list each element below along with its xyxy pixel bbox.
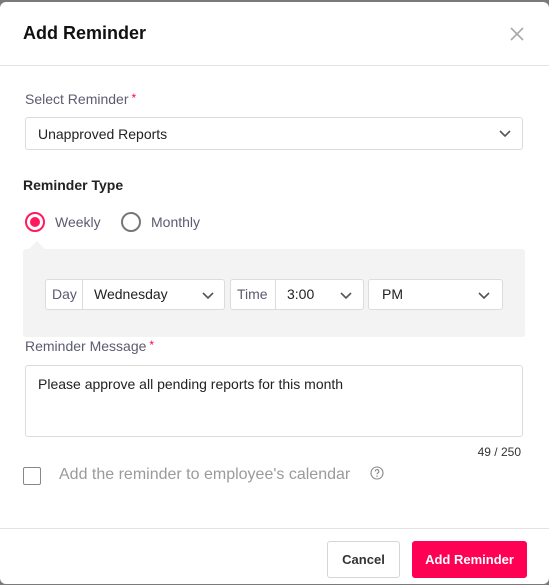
select-reminder-dropdown[interactable]: Unapproved Reports [25, 117, 523, 150]
radio-checked-icon [25, 212, 45, 232]
character-counter: 49 / 250 [477, 445, 521, 459]
chevron-down-icon [478, 292, 490, 300]
dialog-footer: Cancel Add Reminder [0, 528, 549, 584]
dialog-title: Add Reminder [23, 23, 147, 43]
required-mark: * [131, 91, 137, 105]
time-value: 3:00 [287, 286, 315, 302]
day-select[interactable]: Day Wednesday [45, 279, 225, 310]
dialog-header: Add Reminder [0, 2, 549, 66]
reminder-type-title: Reminder Type [23, 177, 124, 193]
close-button[interactable] [508, 25, 526, 43]
required-mark: * [149, 338, 155, 352]
reminder-message-label-text: Reminder Message [25, 338, 147, 354]
close-icon [510, 27, 524, 41]
chevron-down-icon [202, 292, 214, 300]
day-addon-label: Day [46, 280, 83, 309]
day-value: Wednesday [94, 286, 168, 302]
radio-unchecked-icon [121, 212, 141, 232]
select-reminder-label: Select Reminder * [25, 91, 136, 107]
select-reminder-label-text: Select Reminder [25, 91, 129, 107]
time-addon-label: Time [231, 280, 276, 309]
add-reminder-dialog: Add Reminder Select Reminder * Unapproved… [0, 2, 549, 584]
am-pm-select[interactable]: PM [368, 279, 503, 310]
add-reminder-button[interactable]: Add Reminder [412, 541, 527, 578]
help-circle-icon[interactable] [370, 466, 384, 480]
chevron-down-icon [499, 130, 511, 138]
weekly-schedule-panel: Day Wednesday Time 3:00 PM [23, 241, 525, 337]
select-reminder-value: Unapproved Reports [38, 126, 168, 142]
time-select[interactable]: Time 3:00 [230, 279, 364, 310]
radio-weekly[interactable]: Weekly [25, 211, 101, 233]
radio-monthly-label: Monthly [151, 214, 201, 230]
cancel-button[interactable]: Cancel [327, 541, 400, 578]
radio-monthly[interactable]: Monthly [121, 211, 200, 233]
reminder-message-textarea[interactable]: Please approve all pending reports for t… [25, 365, 523, 437]
add-to-calendar-label: Add the reminder to employee's calendar [59, 466, 351, 483]
am-pm-value: PM [382, 286, 403, 302]
chevron-down-icon [340, 292, 352, 300]
reminder-message-label: Reminder Message * [25, 338, 154, 354]
add-to-calendar-checkbox[interactable] [23, 467, 41, 485]
radio-weekly-label: Weekly [55, 214, 101, 230]
